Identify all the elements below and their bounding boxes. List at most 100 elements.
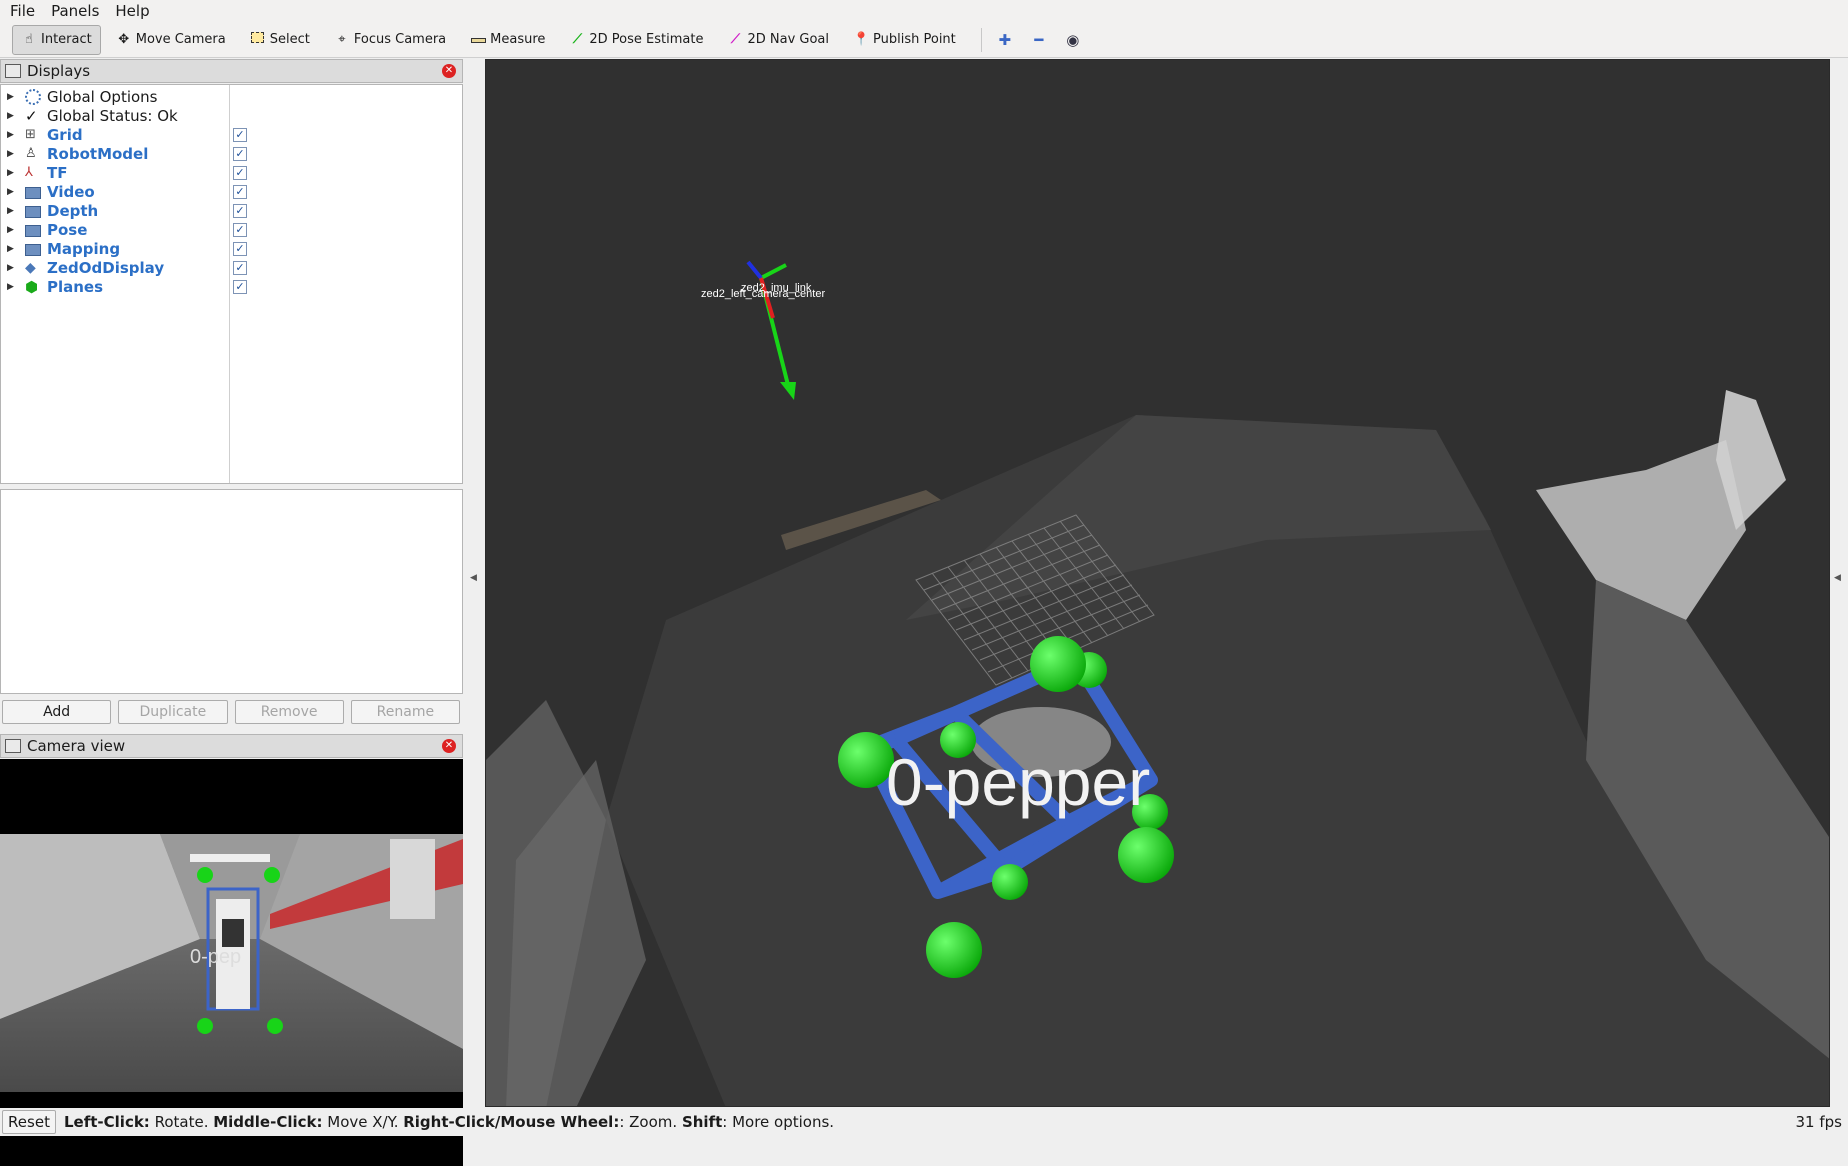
nav-goal-tool-button[interactable]: ⟋ 2D Nav Goal [718, 25, 838, 55]
camera-icon [5, 739, 21, 753]
enable-checkbox[interactable]: ✓ [233, 127, 247, 142]
tree-item-label: Planes [47, 277, 104, 296]
tree-item-tf[interactable]: ▶ ⅄ TF ✓ [1, 163, 461, 182]
menu-help[interactable]: Help [109, 2, 155, 20]
left-dock: Displays ✕ ▶ Global Options ▶ ✓ Global S… [0, 59, 465, 1166]
eye-icon[interactable]: ◉ [1060, 27, 1086, 53]
point-cloud-scene: 0-pepper zed2_imu_link zed2_left_camera_… [486, 60, 1829, 1106]
tree-item-label: Global Status: Ok [47, 106, 178, 125]
focus-camera-tool-label: Focus Camera [353, 32, 447, 47]
enable-checkbox[interactable]: ✓ [233, 146, 247, 161]
axes-icon: ⅄ [25, 164, 33, 180]
menu-bar: File Panels Help [0, 0, 1848, 22]
expand-arrow-icon[interactable]: ▶ [7, 244, 17, 254]
check-icon: ✓ [25, 106, 38, 125]
green-cube-icon: ⬢ [25, 277, 39, 296]
expand-arrow-icon[interactable]: ▶ [7, 149, 17, 159]
folder-icon [25, 186, 41, 199]
enable-checkbox[interactable]: ✓ [233, 279, 247, 294]
expand-arrow-icon[interactable]: ▶ [7, 187, 17, 197]
add-tool-icon[interactable]: ✚ [992, 27, 1018, 53]
tree-item-depth[interactable]: ▶ Depth ✓ [1, 201, 461, 220]
move-camera-tool-label: Move Camera [135, 32, 226, 47]
displays-button-row: Add Duplicate Remove Rename [0, 700, 465, 726]
tree-item-grid[interactable]: ▶ ⊞ Grid ✓ [1, 125, 461, 144]
enable-checkbox[interactable]: ✓ [233, 203, 247, 218]
collapse-left-arrow-icon[interactable]: ◀ [470, 573, 477, 583]
display-description-box [0, 489, 463, 694]
tree-item-pose[interactable]: ▶ Pose ✓ [1, 220, 461, 239]
hint-right: : Zoom. [619, 1113, 682, 1131]
reset-button[interactable]: Reset [2, 1110, 56, 1134]
move-camera-tool-button[interactable]: ✥ Move Camera [107, 25, 235, 55]
menu-file[interactable]: File [4, 2, 41, 20]
tree-item-robotmodel[interactable]: ▶ ♙ RobotModel ✓ [1, 144, 461, 163]
hint-left: Rotate. [149, 1113, 214, 1131]
tree-item-label: RobotModel [47, 144, 149, 163]
folder-icon [25, 224, 41, 237]
hint-middle: Move X/Y. [322, 1113, 404, 1131]
monitor-icon [5, 64, 21, 78]
measure-tool-button[interactable]: Measure [461, 25, 554, 55]
tree-item-global-status[interactable]: ▶ ✓ Global Status: Ok [1, 106, 461, 125]
tf-label-camera-center: zed2_left_camera_center [701, 288, 825, 300]
tree-item-label: ZedOdDisplay [47, 258, 165, 277]
hint-middle-key: Middle-Click: [213, 1113, 323, 1131]
enable-checkbox[interactable]: ✓ [233, 241, 247, 256]
tree-item-global-options[interactable]: ▶ Global Options [1, 87, 461, 106]
camera-overlay-label: 0-pep [190, 946, 241, 968]
rename-button[interactable]: Rename [350, 700, 460, 724]
collapse-right-arrow-icon[interactable]: ◀ [1834, 573, 1841, 583]
grid-icon: ⊞ [25, 126, 36, 142]
tree-item-label: TF [47, 163, 68, 182]
publish-point-tool-button[interactable]: 📍 Publish Point [844, 25, 965, 55]
close-icon[interactable]: ✕ [442, 739, 456, 753]
hand-icon: ☝ [25, 31, 33, 47]
camera-title-text: Camera view [27, 737, 126, 755]
folder-icon [25, 243, 41, 256]
magenta-arrow-icon: ⟋ [730, 31, 741, 47]
expand-arrow-icon[interactable]: ▶ [7, 206, 17, 216]
tree-item-label: Grid [47, 125, 83, 144]
map-pin-icon: 📍 [853, 31, 870, 47]
remove-tool-icon[interactable]: ━ [1026, 27, 1052, 53]
expand-arrow-icon[interactable]: ▶ [7, 92, 17, 102]
duplicate-button[interactable]: Duplicate [118, 700, 228, 724]
expand-arrow-icon[interactable]: ▶ [7, 111, 17, 121]
3d-viewport[interactable]: 0-pepper zed2_imu_link zed2_left_camera_… [485, 59, 1830, 1107]
robot-icon: ♙ [25, 145, 37, 161]
object-label-text: 0-pepper [886, 745, 1150, 819]
tree-item-label: Video [47, 182, 95, 201]
displays-panel-title: Displays ✕ [0, 59, 463, 83]
expand-arrow-icon[interactable]: ▶ [7, 225, 17, 235]
pose-estimate-tool-button[interactable]: ⟋ 2D Pose Estimate [560, 25, 712, 55]
fps-counter: 31 fps [1795, 1113, 1842, 1131]
tree-item-mapping[interactable]: ▶ Mapping ✓ [1, 239, 461, 258]
menu-panels[interactable]: Panels [45, 2, 105, 20]
focus-camera-tool-button[interactable]: ⌖ Focus Camera [325, 25, 455, 55]
tree-item-label: Mapping [47, 239, 121, 258]
tree-item-planes[interactable]: ▶ ⬢ Planes ✓ [1, 277, 461, 296]
enable-checkbox[interactable]: ✓ [233, 260, 247, 275]
enable-checkbox[interactable]: ✓ [233, 184, 247, 199]
expand-arrow-icon[interactable]: ▶ [7, 130, 17, 140]
expand-arrow-icon[interactable]: ▶ [7, 168, 17, 178]
tree-item-label: Depth [47, 201, 99, 220]
add-button[interactable]: Add [2, 700, 112, 724]
hint-shift: : More options. [722, 1113, 835, 1131]
close-icon[interactable]: ✕ [442, 64, 456, 78]
tree-item-label: Global Options [47, 87, 158, 106]
folder-icon [25, 205, 41, 218]
expand-arrow-icon[interactable]: ▶ [7, 263, 17, 273]
select-box-icon [250, 31, 266, 48]
interact-tool-button[interactable]: ☝ Interact [12, 24, 101, 55]
tree-item-zedoddisplay[interactable]: ▶ ◆ ZedOdDisplay ✓ [1, 258, 461, 277]
select-tool-button[interactable]: Select [241, 25, 319, 55]
remove-button[interactable]: Remove [234, 700, 344, 724]
measure-tool-label: Measure [490, 32, 546, 47]
expand-arrow-icon[interactable]: ▶ [7, 282, 17, 292]
enable-checkbox[interactable]: ✓ [233, 222, 247, 237]
pose-estimate-tool-label: 2D Pose Estimate [589, 32, 704, 47]
tree-item-video[interactable]: ▶ Video ✓ [1, 182, 461, 201]
enable-checkbox[interactable]: ✓ [233, 165, 247, 180]
